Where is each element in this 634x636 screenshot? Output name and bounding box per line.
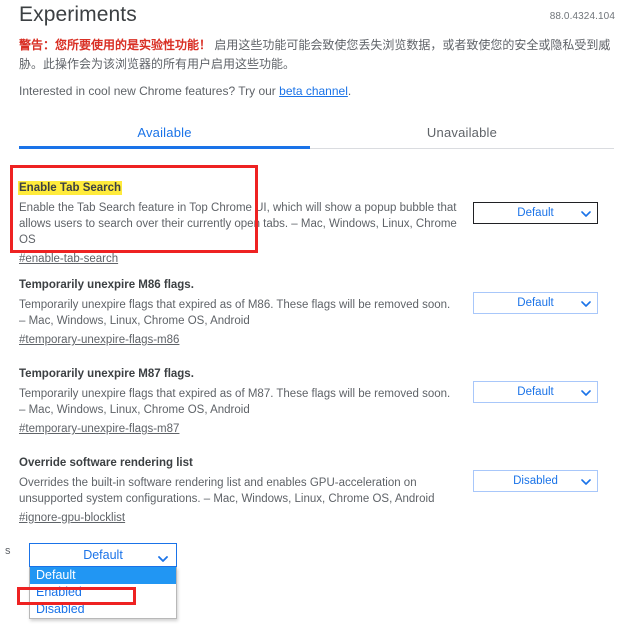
beta-channel-line: Interested in cool new Chrome features? …: [19, 83, 351, 99]
flag-title: Temporarily unexpire M87 flags.: [19, 368, 194, 380]
flag-select-temporary-unexpire-flags-m86[interactable]: Default: [473, 292, 598, 314]
version-label: 88.0.4324.104: [549, 11, 615, 22]
flag-text-block: Temporarily unexpire M86 flags. Temporar…: [19, 275, 459, 348]
flag-select-ignore-gpu-blocklist[interactable]: Disabled: [473, 470, 598, 492]
flag-anchor-link[interactable]: #temporary-unexpire-flags-m87: [19, 421, 179, 437]
experiments-warning: 警告：您所要使用的是实验性功能！ 启用这些功能可能会致使您丢失浏览数据，或者致使…: [19, 36, 613, 74]
flag-anchor-link[interactable]: #enable-tab-search: [19, 251, 118, 267]
flag-select-temporary-unexpire-flags-m87[interactable]: Default: [473, 381, 598, 403]
page-header: Experiments 88.0.4324.104: [0, 0, 634, 32]
flag-text-block: Enable Tab Search Enable the Tab Search …: [19, 178, 459, 267]
flag-description: Enable the Tab Search feature in Top Chr…: [19, 202, 457, 246]
warning-strong-text: 警告：您所要使用的是实验性功能！: [19, 38, 212, 52]
flag-select-value: Disabled: [513, 475, 558, 487]
page-title: Experiments: [19, 3, 137, 26]
select-options-dropdown: Default Enabled Disabled: [29, 567, 177, 619]
dropdown-option-enabled[interactable]: Enabled: [30, 584, 176, 601]
tab-unavailable[interactable]: Unavailable: [310, 118, 614, 148]
flag-text-block: Temporarily unexpire M87 flags. Temporar…: [19, 364, 459, 437]
open-flag-select[interactable]: Default: [29, 543, 177, 567]
flag-title: Override software rendering list: [19, 457, 193, 469]
bottom-partial-text: s: [5, 545, 11, 557]
flag-select-value: Default: [517, 207, 554, 219]
dropdown-option-disabled[interactable]: Disabled: [30, 601, 176, 618]
flag-description: Temporarily unexpire flags that expired …: [19, 299, 451, 327]
open-flag-select-value: Default: [83, 548, 123, 562]
tab-active-indicator: [19, 146, 310, 149]
flag-select-value: Default: [517, 297, 554, 309]
beta-line-suffix: .: [347, 84, 352, 98]
tab-available[interactable]: Available: [19, 118, 310, 148]
flag-text-block: Override software rendering list Overrid…: [19, 453, 459, 526]
flag-title: Enable Tab Search: [19, 182, 122, 194]
flag-select-enable-tab-search[interactable]: Default: [473, 202, 598, 224]
flag-select-value: Default: [517, 386, 554, 398]
chevron-down-icon: [158, 551, 168, 562]
chevron-down-icon: [581, 477, 591, 485]
dropdown-option-default[interactable]: Default: [30, 567, 176, 584]
chevron-down-icon: [581, 388, 591, 396]
chevron-down-icon: [581, 299, 591, 307]
flag-anchor-link[interactable]: #ignore-gpu-blocklist: [19, 510, 125, 526]
beta-channel-link[interactable]: beta channel: [279, 84, 348, 98]
beta-line-prefix: Interested in cool new Chrome features? …: [19, 84, 280, 98]
flag-description: Temporarily unexpire flags that expired …: [19, 388, 451, 416]
tab-bar: Available Unavailable: [19, 118, 614, 152]
chevron-down-icon: [581, 209, 591, 217]
flag-anchor-link[interactable]: #temporary-unexpire-flags-m86: [19, 332, 179, 348]
flag-description: Overrides the built-in software renderin…: [19, 477, 435, 505]
flag-title: Temporarily unexpire M86 flags.: [19, 279, 194, 291]
